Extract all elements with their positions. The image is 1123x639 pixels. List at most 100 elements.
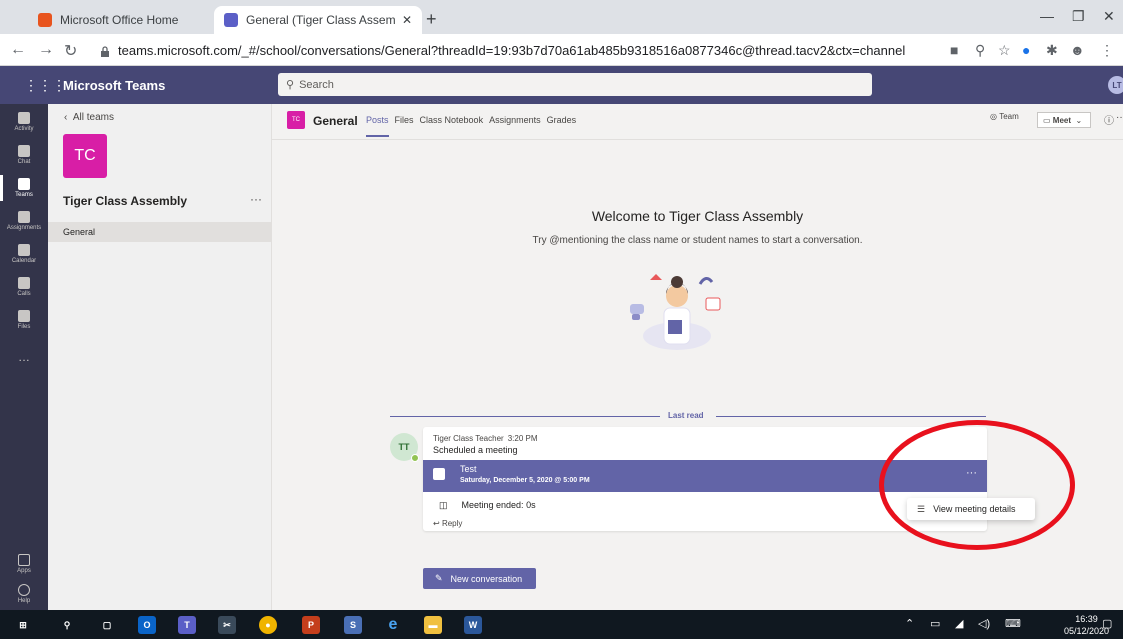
divider-line (390, 416, 660, 417)
powerpoint-icon[interactable]: P (302, 616, 320, 634)
team-button-label: Team (999, 112, 1019, 121)
restore-icon[interactable]: ❐ (1072, 8, 1085, 25)
file-explorer-icon[interactable]: ▬ (424, 616, 442, 634)
annotation-circle (879, 420, 1075, 550)
wifi-icon[interactable]: ◢ (955, 617, 963, 630)
tab-grades[interactable]: Grades (547, 115, 577, 125)
app-bar-more[interactable]: … (0, 350, 48, 364)
star-icon[interactable]: ☆ (998, 42, 1011, 59)
app-bar-label: Calls (17, 291, 31, 297)
keyboard-icon[interactable]: ⌨ (1005, 617, 1021, 630)
search-input[interactable]: ⚲ Search (278, 73, 872, 96)
browser-tab-office-home[interactable]: Microsoft Office Home ✕ (28, 6, 240, 34)
battery-icon[interactable]: ▭ (930, 617, 940, 630)
channel-main: TC General Posts Files Class Notebook As… (272, 104, 1123, 610)
back-arrow-icon[interactable]: ← (10, 41, 26, 59)
task-view-icon[interactable]: ▢ (98, 616, 116, 634)
channel-title: General (313, 114, 358, 128)
forward-arrow-icon[interactable]: → (38, 41, 54, 59)
all-teams-link[interactable]: ‹ All teams (64, 112, 114, 123)
close-tab-icon[interactable]: ✕ (402, 13, 412, 27)
snipping-tool-icon[interactable]: ✂ (218, 616, 236, 634)
files-icon (18, 310, 30, 322)
team-button[interactable]: ◎ Team (990, 112, 1019, 121)
avatar-initials: TT (398, 442, 410, 452)
app-bar-assignments[interactable]: Assignments (0, 211, 48, 231)
app-launcher-icon[interactable]: ⋮⋮⋮ (24, 77, 66, 94)
meeting-status: Meeting ended: 0s (461, 500, 536, 510)
video-camera-icon: ◫ (439, 500, 448, 510)
tab-files[interactable]: Files (395, 115, 414, 125)
profile-icon[interactable]: ☻ (1070, 42, 1085, 58)
meet-button-label: Meet (1052, 115, 1072, 125)
chevron-down-icon[interactable]: ⌄ (1071, 116, 1082, 125)
app-bar-calls[interactable]: Calls (0, 277, 48, 297)
minimize-icon[interactable]: — (1040, 8, 1054, 24)
phone-icon (18, 277, 30, 289)
search-icon: ⚲ (286, 79, 295, 91)
close-window-icon[interactable]: ✕ (1103, 8, 1115, 25)
teams-header: ⋮⋮⋮ Microsoft Teams ⚲ Search LT (0, 66, 1123, 104)
volume-icon[interactable]: ◁) (978, 617, 990, 630)
eye-icon: ◎ (990, 112, 1000, 121)
outlook-icon[interactable]: O (138, 616, 156, 634)
zoom-icon[interactable]: ⚲ (975, 42, 985, 59)
avatar[interactable]: LT (1108, 76, 1123, 94)
message-action-text: Scheduled a meeting (433, 445, 518, 455)
app-bar-teams[interactable]: Teams (0, 175, 48, 201)
app-bar-activity[interactable]: Activity (0, 112, 48, 132)
team-avatar: TC (63, 134, 107, 178)
extension-icon[interactable]: ● (1022, 42, 1030, 58)
new-conversation-label: New conversation (450, 573, 523, 584)
new-tab-button[interactable]: + (426, 9, 437, 30)
meet-button[interactable]: ▭ Meet ⌄ (1037, 112, 1091, 128)
team-more-options-icon[interactable]: ··· (250, 192, 262, 206)
reload-icon[interactable]: ↻ (64, 41, 77, 61)
teams-icon (18, 178, 30, 190)
apps-icon (18, 554, 30, 566)
tab-assignments[interactable]: Assignments (489, 115, 541, 125)
internet-explorer-icon[interactable]: e (384, 616, 402, 634)
address-bar: ← → ↻ teams.microsoft.com/_#/school/conv… (0, 34, 1123, 66)
reply-link[interactable]: ↩ Reply (433, 519, 462, 528)
teams-icon[interactable]: T (178, 616, 196, 634)
assignments-icon (18, 211, 30, 223)
meeting-title: Test (460, 464, 477, 474)
notifications-icon[interactable]: ▢ (1102, 617, 1112, 630)
app-bar-label: Chat (17, 159, 31, 165)
chat-icon (18, 145, 30, 157)
app-bar-calendar[interactable]: Calendar (0, 244, 48, 264)
app-bar-files[interactable]: Files (0, 310, 48, 330)
info-icon[interactable]: ⓘ (1104, 112, 1114, 127)
app-bar-apps[interactable]: Apps (0, 554, 48, 574)
browser-tab-teams[interactable]: General (Tiger Class Assembly) | M ✕ (214, 6, 422, 34)
channel-item-general[interactable]: General (48, 222, 271, 242)
app-bar-chat[interactable]: Chat (0, 145, 48, 165)
app-bar: Activity Chat Teams Assignments Calendar… (0, 104, 48, 610)
message-author-line: Tiger Class Teacher 3:20 PM (433, 434, 538, 443)
tab-posts[interactable]: Posts (366, 115, 389, 137)
app-bar-label: Help (17, 598, 31, 604)
word-icon[interactable]: W (464, 616, 482, 634)
welcome-subtitle: Try @mentioning the class name or studen… (532, 235, 863, 246)
more-options-icon[interactable]: ··· (1116, 112, 1123, 123)
team-name: Tiger Class Assembly (63, 194, 188, 208)
lock-icon (100, 45, 110, 57)
search-icon[interactable]: ⚲ (58, 616, 76, 634)
search-placeholder: Search (299, 78, 334, 91)
app-bar-help[interactable]: Help (0, 584, 48, 604)
puzzle-icon[interactable]: ✱ (1046, 42, 1058, 59)
sway-icon[interactable]: S (344, 616, 362, 634)
reply-arrow-icon: ↩ (433, 519, 442, 528)
avatar[interactable]: TT (390, 433, 419, 462)
tab-class-notebook[interactable]: Class Notebook (420, 115, 484, 125)
chevron-up-icon[interactable]: ⌃ (905, 617, 914, 630)
camera-icon[interactable]: ■ (950, 42, 958, 58)
chrome-icon[interactable]: ● (259, 616, 277, 634)
welcome-title: Welcome to Tiger Class Assembly (591, 208, 804, 224)
new-conversation-button[interactable]: ✎ New conversation (423, 568, 536, 589)
app-bar-label: Apps (17, 568, 31, 574)
windows-start-icon[interactable]: ⊞ (14, 616, 32, 634)
url-field[interactable]: teams.microsoft.com/_#/school/conversati… (100, 40, 905, 60)
browser-menu-icon[interactable]: ⋮ (1100, 42, 1114, 59)
